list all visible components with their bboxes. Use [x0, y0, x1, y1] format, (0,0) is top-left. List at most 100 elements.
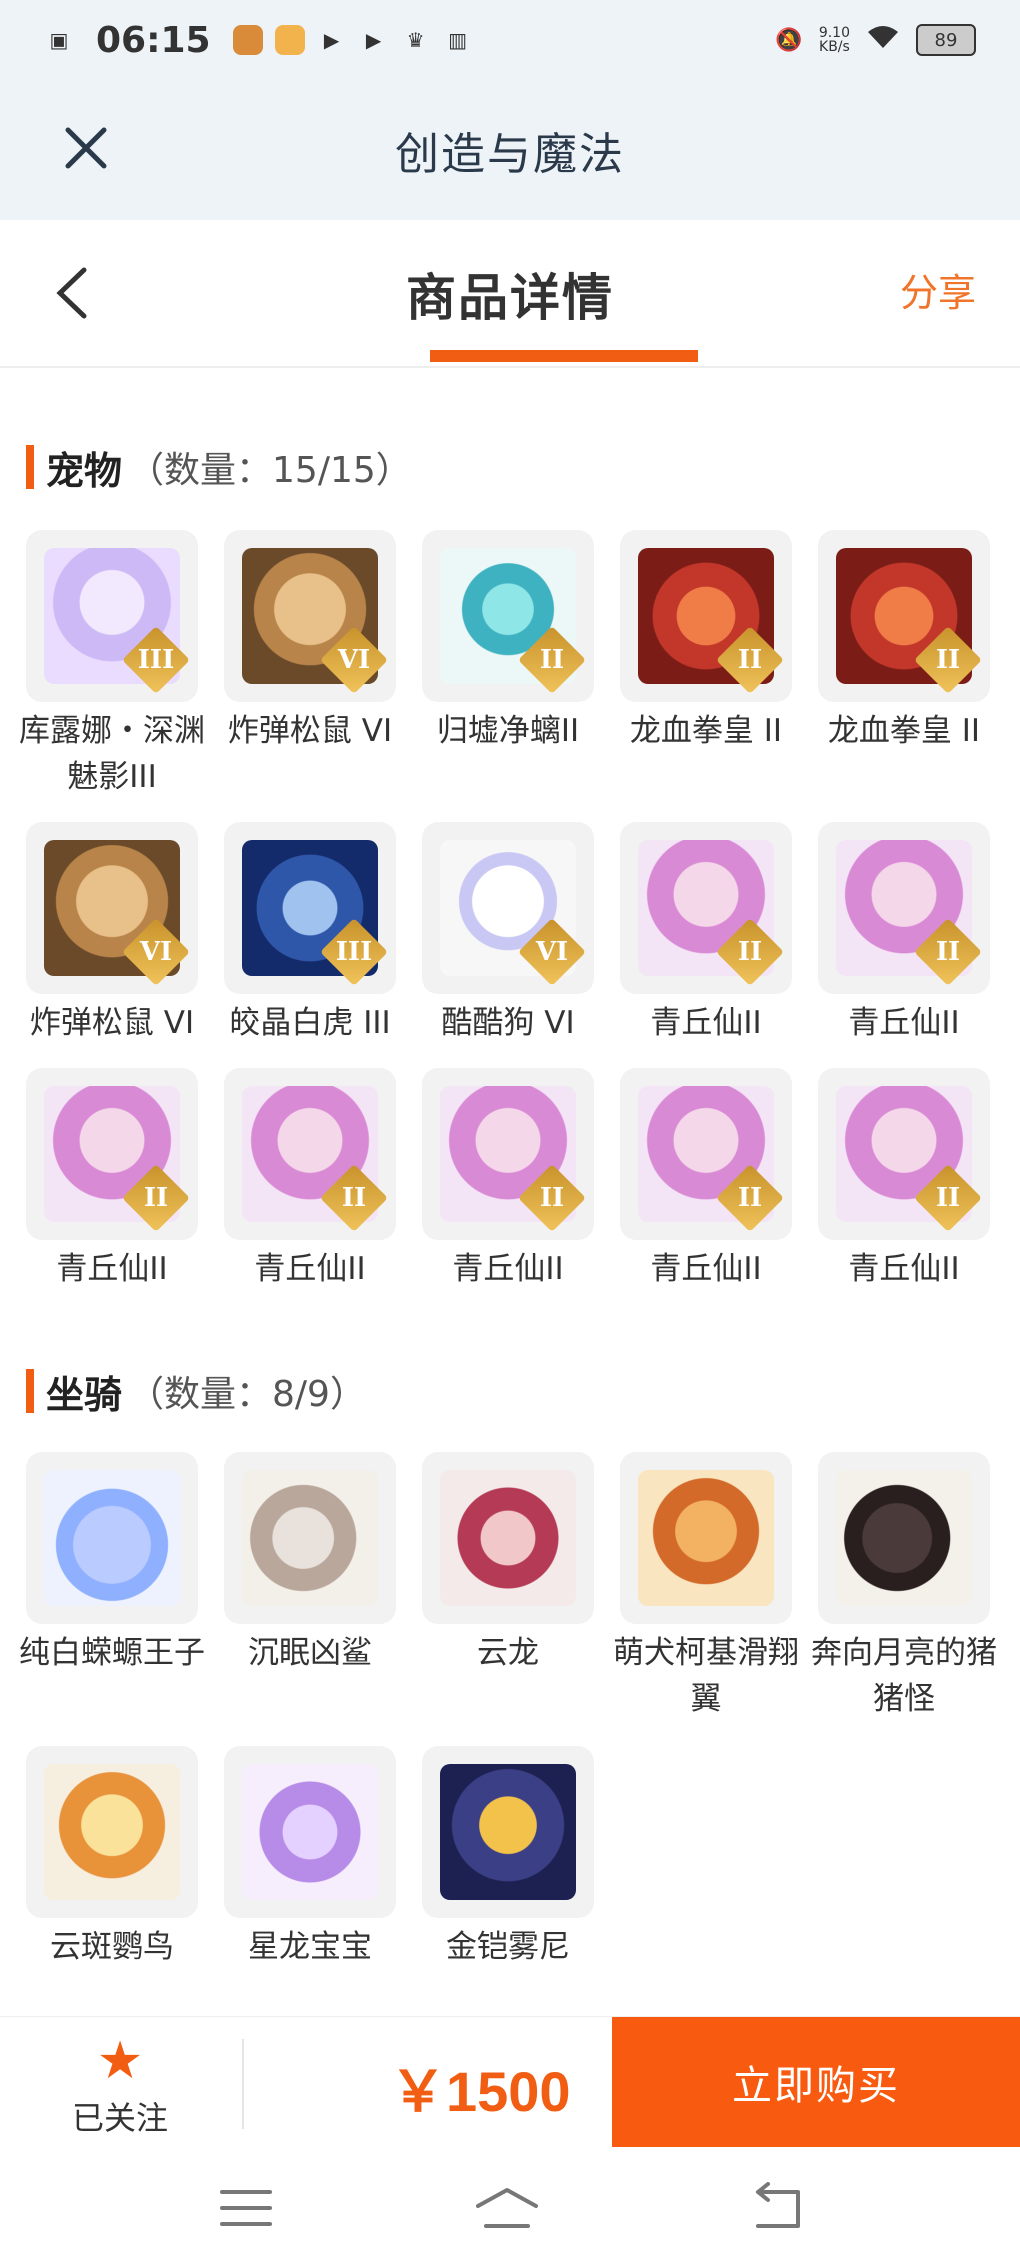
video-app-icon-2: ▶ — [365, 28, 382, 52]
product-item[interactable]: II 青丘仙II — [818, 822, 990, 1046]
product-item[interactable]: II 青丘仙II — [620, 1068, 792, 1292]
level-badge-text: VI — [535, 937, 569, 967]
product-thumbnail[interactable]: II — [818, 1068, 990, 1240]
product-name: 龙血拳皇 II — [629, 713, 783, 749]
product-item[interactable]: II 龙血拳皇 II — [620, 530, 792, 754]
product-name: 库露娜・深渊魅影III — [19, 713, 205, 795]
back-nav-icon[interactable] — [748, 2182, 828, 2234]
product-name: 奔向月亮的猪猪怪 — [811, 1635, 997, 1717]
product-thumbnail[interactable]: II — [818, 530, 990, 702]
product-thumbnail[interactable]: II — [818, 822, 990, 994]
shark-mount-image — [242, 1470, 378, 1606]
product-item[interactable]: 云龙 — [422, 1452, 594, 1676]
product-thumbnail[interactable]: II — [620, 1068, 792, 1240]
product-name: 青丘仙II — [254, 1251, 366, 1287]
product-item[interactable]: II 青丘仙II — [620, 822, 792, 1046]
crown-icon: ♛ — [406, 28, 425, 52]
product-thumbnail[interactable]: II — [620, 530, 792, 702]
product-thumbnail[interactable]: II — [26, 1068, 198, 1240]
product-thumbnail[interactable] — [422, 1452, 594, 1624]
product-name: 炸弹松鼠 VI — [29, 1005, 195, 1041]
product-thumbnail[interactable] — [818, 1452, 990, 1624]
cloud-dragon-mount-image — [440, 1470, 576, 1606]
level-badge-text: II — [539, 645, 565, 675]
product-name: 沉眠凶鲨 — [248, 1635, 372, 1671]
status-left: ▣ 06:15 ▶ ▶ ♛ ▥ — [44, 20, 473, 61]
product-thumbnail[interactable] — [224, 1452, 396, 1624]
level-badge-text: II — [737, 1183, 763, 1213]
status-time: 06:15 — [96, 19, 211, 61]
product-item[interactable]: 萌犬柯基滑翔翼 — [613, 1452, 799, 1722]
status-right: 🔕 9.10 KB/s 89 — [775, 24, 976, 56]
level-badge-text: III — [335, 937, 373, 967]
product-thumbnail[interactable] — [26, 1452, 198, 1624]
menu-icon[interactable] — [216, 2182, 296, 2234]
product-thumbnail[interactable] — [422, 1746, 594, 1918]
product-name: 酷酷狗 VI — [441, 1005, 575, 1041]
mounts-section-count: （数量：8/9） — [128, 1374, 366, 1415]
product-item[interactable]: 金铠雾尼 — [422, 1746, 594, 1970]
bottom-action-bar: ★ 已关注 ￥1500 立即购买 — [0, 2016, 1020, 2151]
battery-icon: 89 — [916, 24, 976, 56]
product-thumbnail[interactable]: VI — [26, 822, 198, 994]
home-icon[interactable] — [472, 2182, 552, 2234]
system-nav-bar — [0, 2150, 1020, 2267]
product-thumbnail[interactable]: III — [224, 822, 396, 994]
product-item[interactable]: VI 酷酷狗 VI — [422, 822, 594, 1046]
sim-icon: ▣ — [49, 28, 69, 52]
level-badge-text: II — [143, 1183, 169, 1213]
close-icon[interactable] — [58, 120, 114, 176]
product-thumbnail[interactable] — [224, 1746, 396, 1918]
status-bar: ▣ 06:15 ▶ ▶ ♛ ▥ 🔕 9.10 KB/s 89 — [0, 0, 1020, 80]
app-title-bar: 创造与魔法 — [0, 80, 1020, 220]
product-item[interactable]: VI 炸弹松鼠 VI — [224, 530, 396, 754]
product-item[interactable]: II 青丘仙II — [224, 1068, 396, 1292]
share-button[interactable]: 分享 — [900, 262, 976, 317]
net-speed-unit: KB/s — [819, 39, 850, 55]
follow-button[interactable]: ★ 已关注 — [50, 2035, 190, 2139]
product-item[interactable]: 沉眠凶鲨 — [224, 1452, 396, 1676]
product-thumbnail[interactable] — [26, 1746, 198, 1918]
product-item[interactable]: 星龙宝宝 — [224, 1746, 396, 1970]
product-name: 青丘仙II — [848, 1005, 960, 1041]
net-speed-value: 9.10 — [818, 25, 850, 41]
pets-section-count: （数量：15/15） — [128, 450, 412, 491]
product-name: 青丘仙II — [650, 1251, 762, 1287]
product-item[interactable]: VI 炸弹松鼠 VI — [26, 822, 198, 1046]
product-name: 云龙 — [477, 1635, 539, 1671]
product-name: 归墟净螭II — [436, 713, 580, 749]
battery-level: 89 — [934, 29, 958, 51]
product-item[interactable]: II 青丘仙II — [818, 1068, 990, 1292]
corgi-glider-mount-image — [638, 1470, 774, 1606]
product-thumbnail[interactable]: III — [26, 530, 198, 702]
active-tab-indicator — [430, 350, 698, 362]
product-item[interactable]: III 皎晶白虎 III — [224, 822, 396, 1046]
game-app-icon — [232, 25, 263, 55]
pets-section-header: 宠物 （数量：15/15） — [26, 442, 412, 493]
product-thumbnail[interactable]: II — [422, 530, 594, 702]
section-accent-bar — [26, 445, 34, 489]
level-badge-text: II — [935, 645, 961, 675]
product-thumbnail[interactable]: II — [224, 1068, 396, 1240]
buy-now-button[interactable]: 立即购买 — [612, 2017, 1020, 2147]
product-thumbnail[interactable] — [620, 1452, 792, 1624]
product-name: 炸弹松鼠 VI — [227, 713, 393, 749]
product-thumbnail[interactable]: VI — [422, 822, 594, 994]
product-item[interactable]: II 归墟净螭II — [422, 530, 594, 754]
axolotl-mount-image — [44, 1470, 180, 1606]
level-badge-text: III — [137, 645, 175, 675]
cartoon-app-icon — [274, 25, 305, 55]
product-thumbnail[interactable]: II — [422, 1068, 594, 1240]
product-item[interactable]: II 青丘仙II — [26, 1068, 198, 1292]
product-name: 青丘仙II — [650, 1005, 762, 1041]
product-item[interactable]: 云斑鹦鸟 — [26, 1746, 198, 1970]
product-item[interactable]: 奔向月亮的猪猪怪 — [811, 1452, 997, 1722]
product-item[interactable]: III 库露娜・深渊魅影III — [19, 530, 205, 800]
product-thumbnail[interactable]: II — [620, 822, 792, 994]
product-item[interactable]: II 青丘仙II — [422, 1068, 594, 1292]
product-item[interactable]: II 龙血拳皇 II — [818, 530, 990, 754]
product-thumbnail[interactable]: VI — [224, 530, 396, 702]
mounts-section-header: 坐骑 （数量：8/9） — [26, 1366, 366, 1417]
product-name: 青丘仙II — [56, 1251, 168, 1287]
product-item[interactable]: 纯白蝾螈王子 — [19, 1452, 205, 1676]
